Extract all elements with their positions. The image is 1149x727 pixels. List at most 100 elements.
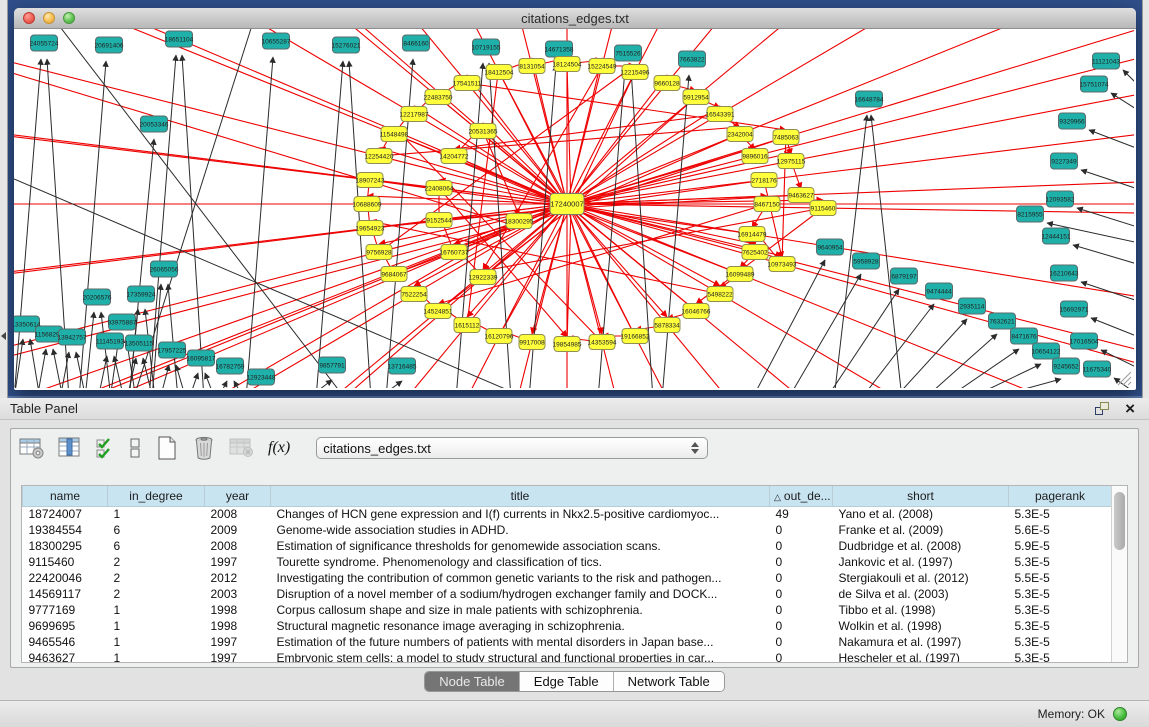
network-table-select[interactable]: citations_edges.txt [316, 437, 708, 459]
table-row[interactable]: 977716911998Corpus callosum shape and si… [23, 602, 1112, 618]
network-canvas[interactable]: 24055724 20691406 18651104 10655287 15276021… [14, 29, 1134, 388]
graph-node[interactable]: 2718176 [751, 173, 777, 188]
graph-node[interactable]: 17541511 [453, 76, 482, 91]
graph-node[interactable]: 12215496 [621, 65, 650, 80]
graph-node[interactable]: 13716485 [388, 358, 417, 374]
graph-node[interactable]: 9756928 [366, 245, 392, 260]
graph-node[interactable]: 93975887 [108, 314, 137, 330]
graph-node[interactable]: 9917008 [519, 335, 545, 350]
tab-edge-table[interactable]: Edge Table [520, 672, 614, 691]
rows-icon[interactable] [128, 434, 142, 462]
graph-node[interactable]: 2935114 [959, 298, 986, 314]
close-panel-icon[interactable]: × [1125, 402, 1135, 416]
graph-node[interactable]: 9227349 [1051, 153, 1078, 169]
graph-node[interactable]: 17016504 [1070, 333, 1099, 349]
graph-node[interactable]: 5498222 [707, 287, 733, 302]
float-panel-icon[interactable] [1095, 402, 1109, 415]
graph-node[interactable]: 13942757 [58, 329, 87, 345]
graph-node[interactable]: 7485063 [773, 130, 799, 145]
tab-node-table[interactable]: Node Table [425, 672, 520, 691]
graph-node[interactable]: 16046766 [682, 304, 711, 319]
table-row[interactable]: 1872400712008Changes of HCN gene express… [23, 506, 1112, 522]
graph-node[interactable]: 18412504 [485, 65, 514, 80]
table-row[interactable]: 946362711997Embryonic stem cells: a mode… [23, 650, 1112, 662]
column-header[interactable]: name [23, 486, 108, 506]
graph-node[interactable]: 12923448 [247, 369, 276, 385]
graph-node[interactable]: 9115460 [810, 201, 836, 216]
graph-node[interactable]: 22408064 [425, 181, 454, 196]
graph-node[interactable]: 12217987 [400, 107, 429, 122]
scrollbar-thumb[interactable] [1114, 492, 1125, 550]
graph-node[interactable]: 19654923 [356, 221, 385, 236]
graph-node[interactable]: 26065056 [150, 261, 179, 277]
graph-node[interactable]: 5878334 [654, 318, 680, 333]
graph-node[interactable]: 12975115 [777, 154, 806, 169]
table-row[interactable]: 946554611997Estimation of the future num… [23, 634, 1112, 650]
graph-node[interactable]: 16095817 [187, 350, 216, 366]
graph-node[interactable]: 16210643 [1050, 265, 1079, 281]
graph-node[interactable]: 11548498 [380, 127, 409, 142]
graph-node[interactable]: 14671358 [545, 41, 574, 57]
graph-node[interactable]: 2342004 [727, 127, 753, 142]
graph-node[interactable]: 16648784 [855, 91, 884, 107]
graph-node[interactable]: 1615112 [454, 318, 480, 333]
network-window[interactable]: citations_edges.txt 24055724 20691406 1865… [14, 8, 1136, 390]
select-check-icon[interactable] [95, 434, 115, 462]
delete-table-disabled-icon[interactable] [229, 434, 255, 462]
graph-node[interactable]: 9463627 [788, 188, 814, 203]
graph-node[interactable]: 14353594 [588, 335, 617, 350]
graph-node[interactable]: 9329966 [1059, 113, 1086, 129]
right-panel-divider[interactable] [1142, 0, 1149, 398]
graph-node[interactable]: 17359924 [127, 286, 156, 302]
table-row[interactable]: 1830029562008Estimation of significance … [23, 538, 1112, 554]
table-row[interactable]: 2242004622012Investigating the contribut… [23, 570, 1112, 586]
graph-node[interactable]: 16914479 [738, 227, 767, 242]
graph-node[interactable]: 7632621 [989, 313, 1016, 329]
trash-icon[interactable] [192, 434, 216, 462]
graph-node[interactable]: 15224549 [588, 59, 617, 74]
graph-node[interactable]: 9640954 [817, 239, 844, 255]
graph-node[interactable]: 7663822 [679, 51, 706, 67]
graph-node[interactable]: 16760737 [440, 245, 469, 260]
graph-node[interactable]: 11675340 [1083, 361, 1112, 377]
graph-node[interactable]: 7625402 [742, 245, 768, 260]
left-panel-divider[interactable] [0, 0, 8, 398]
graph-node[interactable]: 8471676 [1011, 328, 1038, 344]
new-table-icon[interactable] [155, 434, 179, 462]
graph-node[interactable]: 10654122 [1032, 343, 1061, 359]
graph-node[interactable]: 9896016 [742, 149, 768, 164]
table-row[interactable]: 969969511998Structural magnetic resonanc… [23, 618, 1112, 634]
graph-node[interactable]: 13505115 [125, 335, 154, 351]
graph-node[interactable]: 6879197 [891, 268, 918, 284]
graph-node[interactable]: 10973493 [768, 257, 797, 272]
graph-node[interactable]: 14524851 [424, 304, 453, 319]
graph-node[interactable]: 7515526 [615, 45, 642, 61]
column-header[interactable]: △out_de... [770, 486, 833, 506]
function-builder-icon[interactable]: f(x) [268, 434, 290, 462]
column-header[interactable]: title [271, 486, 770, 506]
column-header[interactable]: year [205, 486, 271, 506]
graph-node[interactable]: 19854985 [553, 337, 582, 352]
graph-node[interactable]: 5958928 [853, 253, 880, 269]
graph-node[interactable]: 11121043 [1092, 53, 1120, 69]
graph-node[interactable]: 20691406 [95, 37, 124, 53]
graph-node[interactable]: 18300295 [505, 214, 534, 229]
graph-node[interactable]: 22483750 [424, 90, 453, 105]
graph-node[interactable]: 16782759 [216, 358, 245, 374]
graph-node[interactable]: 15692971 [1060, 301, 1089, 317]
graph-node[interactable]: 20531365 [469, 124, 498, 139]
graph-node[interactable]: 8131054 [519, 59, 545, 74]
window-titlebar[interactable]: citations_edges.txt [14, 8, 1136, 29]
column-header[interactable]: pagerank [1009, 486, 1112, 506]
graph-node[interactable]: 24055724 [30, 35, 59, 51]
graph-node[interactable]: 15276021 [332, 37, 361, 53]
graph-node[interactable]: 9245652 [1053, 358, 1080, 374]
graph-node[interactable]: 10655287 [262, 33, 291, 49]
graph-node[interactable]: 8466160 [403, 35, 430, 51]
column-header[interactable]: short [833, 486, 1009, 506]
tab-network-table[interactable]: Network Table [614, 672, 724, 691]
graph-node[interactable]: 18651104 [165, 31, 194, 47]
graph-node[interactable]: 19166852 [621, 329, 650, 344]
graph-node[interactable]: 9474444 [926, 283, 953, 299]
graph-node[interactable]: 9857791 [319, 357, 346, 373]
